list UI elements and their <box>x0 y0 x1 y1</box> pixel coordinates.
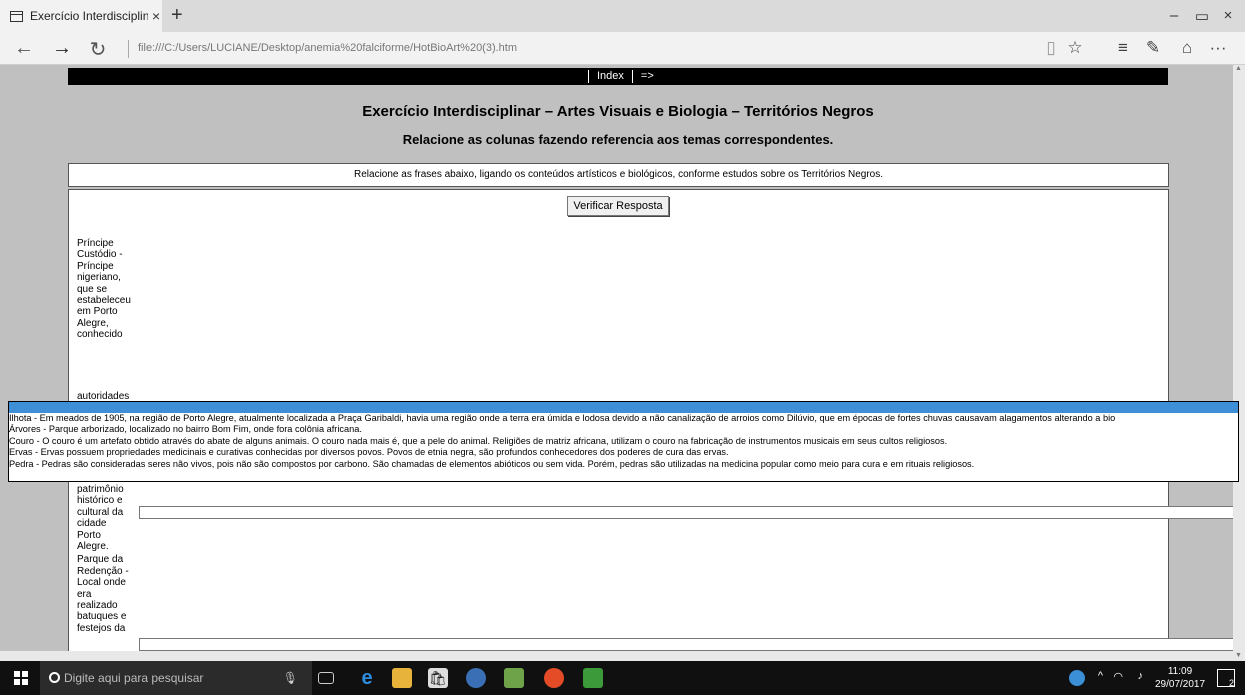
minimize-button[interactable]: – <box>1164 7 1184 24</box>
browser-tab[interactable]: Exercício Interdisciplinar × <box>0 0 162 32</box>
scroll-down-icon[interactable]: ▼ <box>1235 652 1242 659</box>
notification-center-icon[interactable]: 2 <box>1217 669 1235 688</box>
list-item-principe-custodio: Príncipe Custódio - Príncipe nigeriano, … <box>77 238 131 341</box>
file-explorer-icon[interactable] <box>392 668 412 688</box>
verify-answer-button[interactable]: Verificar Resposta <box>567 196 669 216</box>
app-icon-3[interactable] <box>583 668 603 688</box>
forward-button[interactable]: → <box>50 37 74 60</box>
app-icon-2[interactable] <box>504 668 524 688</box>
dropdown-option[interactable]: Ilhota - Em meados de 1905, na região de… <box>9 413 1238 424</box>
dropdown-selected-option[interactable] <box>9 402 1238 413</box>
windows-start-icon[interactable] <box>14 671 28 685</box>
index-link[interactable]: Index <box>588 70 632 83</box>
answer-dropdown-list[interactable]: Ilhota - Em meados de 1905, na região de… <box>8 401 1239 482</box>
dropdown-option[interactable]: Árvores - Parque arborizado, localizado … <box>9 424 1238 435</box>
clock-time: 11:09 <box>1167 666 1193 677</box>
page-subtitle: Relacione as colunas fazendo referencia … <box>402 132 834 147</box>
vertical-scrollbar[interactable]: ▲ ▼ <box>1233 65 1245 661</box>
notification-count: 2 <box>1228 678 1234 688</box>
store-icon[interactable]: 🛍 <box>428 668 448 688</box>
instruction-box: Relacione as frases abaixo, ligando os c… <box>68 163 1169 187</box>
tab-title: Exercício Interdisciplinar <box>30 9 148 23</box>
dropdown-option[interactable]: Couro - O couro é um artefato obtido atr… <box>9 436 1238 447</box>
maximize-button[interactable]: ▭ <box>1192 7 1212 25</box>
microphone-icon[interactable]: 🎙 <box>283 661 298 695</box>
back-button[interactable]: ← <box>12 37 36 60</box>
chevron-up-icon[interactable]: ^ <box>1098 670 1103 682</box>
answer-select-mercado[interactable] <box>139 506 1239 519</box>
page-title: Exercício Interdisciplinar – Artes Visua… <box>362 103 874 120</box>
address-bar[interactable]: file:///C:/Users/LUCIANE/Desktop/anemia%… <box>138 42 517 54</box>
hub-icon[interactable]: ≡ <box>1112 38 1134 58</box>
app-icon-1[interactable] <box>466 668 486 688</box>
help-icon[interactable] <box>1069 670 1085 686</box>
edge-icon[interactable]: e <box>357 668 377 688</box>
volume-icon[interactable]: ♪ <box>1138 670 1144 682</box>
page-icon <box>10 10 23 22</box>
favorite-star-icon[interactable]: ☆ <box>1064 38 1086 58</box>
cortana-icon <box>49 672 60 683</box>
tab-close-button[interactable]: × <box>152 8 160 24</box>
tab-bar: Exercício Interdisciplinar × + – ▭ × <box>0 0 1245 32</box>
dropdown-option[interactable]: Ervas - Ervas possuem propriedades medic… <box>9 447 1238 458</box>
scroll-up-icon[interactable]: ▲ <box>1235 65 1242 72</box>
share-icon[interactable]: ⌂ <box>1176 38 1198 58</box>
next-link[interactable]: => <box>631 70 662 83</box>
taskbar: Digite aqui para pesquisar 🎙 e 🛍 ^ ◠ ♪ 1… <box>0 661 1245 695</box>
refresh-button[interactable]: ↻ <box>86 37 110 62</box>
horizontal-scrollbar[interactable] <box>0 651 1233 661</box>
answer-select-parque-redencao[interactable] <box>139 638 1239 651</box>
web-notes-icon[interactable]: ✎ <box>1142 38 1164 58</box>
wifi-icon[interactable]: ◠ <box>1113 670 1123 683</box>
top-nav-bar: Index => <box>68 68 1168 85</box>
more-icon[interactable]: ··· <box>1207 38 1229 58</box>
chrome-icon[interactable] <box>544 668 564 688</box>
reading-view-icon[interactable]: ▯ <box>1040 38 1062 58</box>
clock-date: 29/07/2017 <box>1155 679 1206 690</box>
list-item-parque-redencao: Parque da Redenção - Local onde era real… <box>77 554 129 634</box>
new-tab-button[interactable]: + <box>171 4 183 27</box>
dropdown-option[interactable]: Pedra - Pedras são consideradas seres nã… <box>9 459 1238 470</box>
task-view-icon[interactable] <box>318 672 334 684</box>
clock[interactable]: 11:09 29/07/2017 <box>1155 665 1205 691</box>
taskbar-search-input[interactable]: Digite aqui para pesquisar 🎙 <box>40 661 312 695</box>
search-placeholder: Digite aqui para pesquisar <box>64 671 204 685</box>
page-viewport: Index => Exercício Interdisciplinar – Ar… <box>0 65 1245 661</box>
close-window-button[interactable]: × <box>1218 7 1238 24</box>
address-separator <box>128 40 129 58</box>
navigation-bar: ← → ↻ file:///C:/Users/LUCIANE/Desktop/a… <box>0 32 1245 65</box>
